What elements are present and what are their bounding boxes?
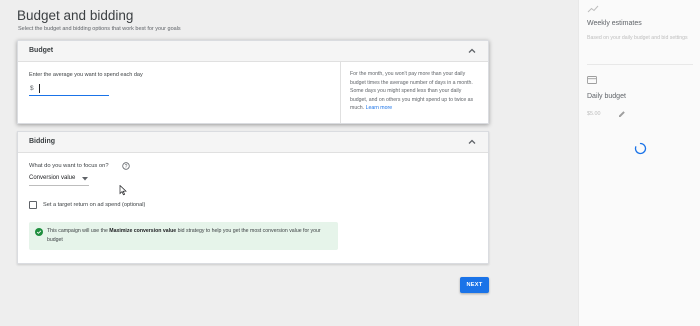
budget-input-label: Enter the average you want to spend each… xyxy=(29,72,143,78)
dropdown-arrow-icon xyxy=(82,177,88,181)
focus-label: What do you want to focus on? xyxy=(29,163,109,169)
daily-budget-title: Daily budget xyxy=(587,93,626,100)
budget-help-text: For the month, you won't pay more than y… xyxy=(350,70,480,113)
page-title: Budget and bidding xyxy=(17,8,134,23)
info-prefix: This campaign will use the xyxy=(47,228,110,234)
budget-card-title: Budget xyxy=(29,47,54,54)
focus-selected-value: Conversion value xyxy=(29,175,76,181)
mouse-cursor-icon xyxy=(119,185,127,196)
daily-budget-value: $5.00 xyxy=(587,111,601,117)
edit-icon[interactable] xyxy=(618,110,626,118)
bidding-card-header[interactable]: Bidding xyxy=(18,132,488,153)
next-button[interactable]: NEXT xyxy=(460,277,489,293)
check-circle-icon xyxy=(35,228,43,236)
main-content: Budget and bidding Select the budget and… xyxy=(0,0,578,326)
bidding-card: Bidding What do you want to focus on? ? … xyxy=(17,131,489,264)
currency-symbol: $ xyxy=(30,85,34,92)
page-subtitle: Select the budget and bidding options th… xyxy=(18,26,181,32)
chevron-up-icon[interactable] xyxy=(466,45,478,57)
budget-field[interactable]: $ xyxy=(29,83,109,96)
bid-strategy-info: This campaign will use the Maximize conv… xyxy=(29,222,338,250)
info-strategy: Maximize conversion value xyxy=(109,228,177,234)
bidding-card-title: Bidding xyxy=(29,138,56,145)
estimates-panel: Weekly estimates Based on your daily bud… xyxy=(578,0,700,326)
trend-icon xyxy=(587,5,599,13)
svg-text:?: ? xyxy=(125,164,128,170)
divider xyxy=(340,62,341,123)
help-icon[interactable]: ? xyxy=(122,162,130,170)
learn-more-link[interactable]: Learn more xyxy=(366,105,393,111)
bid-strategy-text: This campaign will use the Maximize conv… xyxy=(47,227,332,245)
budget-input[interactable] xyxy=(38,83,106,95)
credit-card-icon xyxy=(587,76,597,84)
target-roas-checkbox[interactable] xyxy=(29,201,37,209)
target-roas-label[interactable]: Set a target return on ad spend (optiona… xyxy=(43,202,145,208)
weekly-estimates-title: Weekly estimates xyxy=(587,20,642,27)
budget-card-header[interactable]: Budget xyxy=(18,41,488,62)
loading-spinner-icon xyxy=(634,142,647,155)
divider xyxy=(587,64,693,65)
budget-card: Budget Enter the average you want to spe… xyxy=(17,40,489,124)
weekly-estimates-desc: Based on your daily budget and bid setti… xyxy=(587,35,688,41)
chevron-up-icon[interactable] xyxy=(466,136,478,148)
text-caret xyxy=(39,84,40,93)
focus-dropdown[interactable]: Conversion value xyxy=(29,174,89,186)
